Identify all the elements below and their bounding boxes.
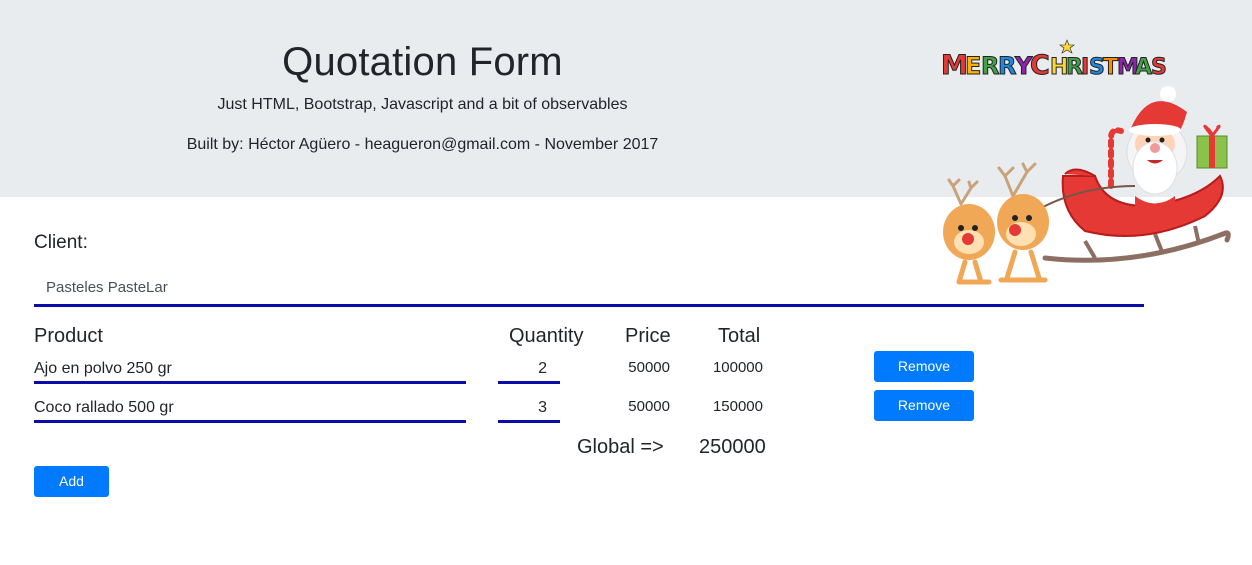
svg-text:I: I bbox=[1081, 55, 1089, 80]
global-total-value: 250000 bbox=[699, 436, 766, 458]
client-input[interactable] bbox=[34, 270, 1144, 307]
quantity-input[interactable] bbox=[498, 356, 560, 384]
product-input[interactable] bbox=[34, 356, 466, 384]
svg-text:A: A bbox=[1135, 55, 1152, 80]
reindeer-icon bbox=[997, 162, 1049, 283]
svg-text:M: M bbox=[941, 50, 968, 81]
svg-text:R: R bbox=[981, 52, 999, 80]
author-credit: Built by: Héctor Agüero - heagueron@gmai… bbox=[186, 136, 659, 153]
svg-text:R: R bbox=[998, 52, 1016, 80]
page-subtitle: Just HTML, Bootstrap, Javascript and a b… bbox=[217, 96, 628, 113]
quantity-header: Quantity bbox=[509, 325, 584, 347]
product-input[interactable] bbox=[34, 395, 466, 423]
price-header: Price bbox=[625, 325, 671, 347]
page-title: Quotation Form bbox=[282, 40, 563, 84]
total-value: 100000 bbox=[712, 359, 763, 376]
svg-text:S: S bbox=[1151, 55, 1167, 80]
table-row: 50000 150000 Remove item bbox=[0, 390, 1252, 442]
add-item-button[interactable]: Add item bbox=[34, 466, 109, 518]
svg-text:C: C bbox=[1030, 50, 1050, 81]
price-value: 50000 bbox=[628, 359, 670, 376]
merry-christmas-logo: M E R R Y C H R I S T M A S bbox=[941, 39, 1167, 82]
product-header: Product bbox=[34, 325, 103, 347]
reindeer-icon bbox=[943, 178, 995, 285]
remove-item-button[interactable]: Remove item bbox=[874, 390, 974, 442]
total-value: 150000 bbox=[712, 398, 763, 415]
svg-text:E: E bbox=[965, 52, 981, 80]
total-header: Total bbox=[718, 325, 761, 347]
remove-item-button[interactable]: Remove item bbox=[874, 351, 974, 403]
price-value: 50000 bbox=[628, 398, 670, 415]
quantity-input[interactable] bbox=[498, 395, 560, 423]
svg-text:T: T bbox=[1103, 55, 1118, 80]
global-total-label: Global => bbox=[577, 436, 664, 458]
table-row: 50000 100000 Remove item bbox=[0, 351, 1252, 403]
christmas-sleigh-image: M E R R Y C H R I S T M A S bbox=[941, 39, 1231, 285]
client-label: Client: bbox=[34, 232, 88, 253]
